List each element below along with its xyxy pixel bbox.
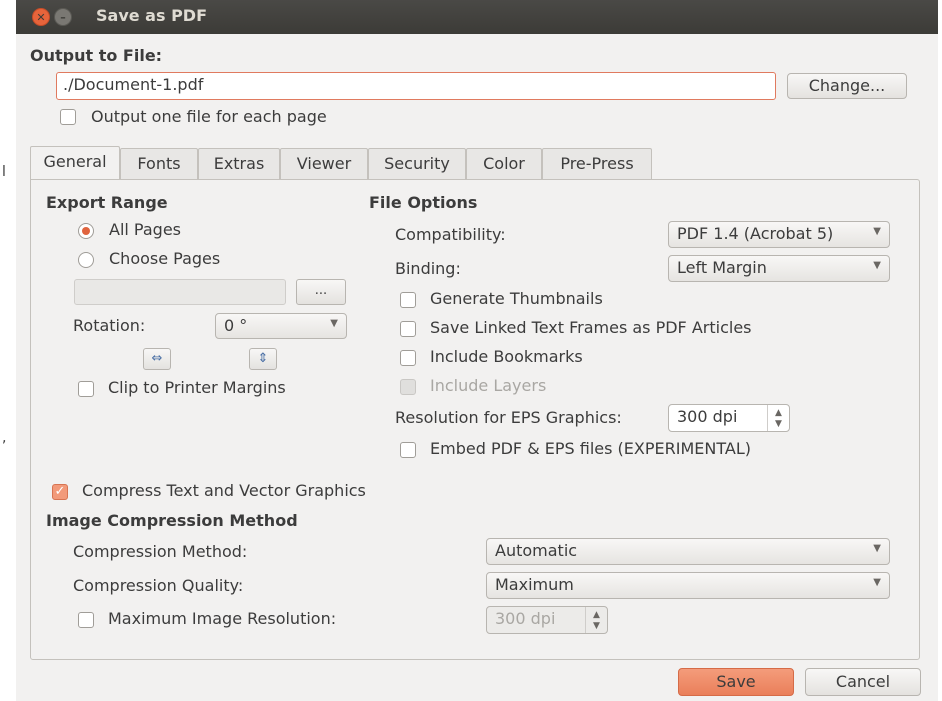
rotation-label: Rotation: bbox=[73, 316, 146, 335]
all-pages-label: All Pages bbox=[109, 220, 181, 239]
embed-pdf-eps-checkbox[interactable] bbox=[400, 442, 416, 458]
choose-pages-label: Choose Pages bbox=[109, 249, 221, 268]
chevron-down-icon: ▼ bbox=[873, 543, 881, 554]
compression-quality-select[interactable]: Maximum ▼ bbox=[486, 572, 890, 599]
compression-method-label: Compression Method: bbox=[73, 542, 248, 561]
include-layers-checkbox bbox=[400, 379, 416, 395]
clip-to-margins-label: Clip to Printer Margins bbox=[108, 378, 286, 397]
chevron-down-icon: ▼ bbox=[873, 577, 881, 588]
output-file-input[interactable]: ./Document-1.pdf bbox=[56, 72, 776, 100]
binding-select[interactable]: Left Margin ▼ bbox=[668, 255, 890, 282]
tab-viewer[interactable]: Viewer bbox=[280, 148, 368, 180]
tab-pre-press[interactable]: Pre-Press bbox=[542, 148, 652, 180]
save-as-pdf-dialog: ✕ – Save as PDF Output to File: ./Docume… bbox=[16, 0, 938, 701]
eps-resolution-spinbox[interactable]: 300 dpi ▲ ▼ bbox=[668, 404, 790, 432]
all-pages-radio[interactable] bbox=[78, 223, 94, 239]
pages-input[interactable] bbox=[74, 279, 286, 305]
max-image-resolution-value: 300 dpi bbox=[495, 609, 556, 628]
change-button[interactable]: Change... bbox=[787, 73, 907, 99]
compatibility-label: Compatibility: bbox=[395, 225, 506, 244]
max-image-resolution-checkbox[interactable] bbox=[78, 612, 94, 628]
compress-text-checkbox[interactable]: ✓ bbox=[52, 484, 68, 500]
include-layers-label: Include Layers bbox=[430, 376, 547, 395]
chevron-down-icon: ▼ bbox=[873, 260, 881, 271]
choose-pages-radio[interactable] bbox=[78, 252, 94, 268]
clip-to-margins-checkbox[interactable] bbox=[78, 381, 94, 397]
compression-quality-label: Compression Quality: bbox=[73, 576, 244, 595]
tab-security[interactable]: Security bbox=[368, 148, 466, 180]
include-bookmarks-label: Include Bookmarks bbox=[430, 347, 583, 366]
title-bar: ✕ – Save as PDF bbox=[16, 0, 938, 34]
generate-thumbnails-checkbox[interactable] bbox=[400, 292, 416, 308]
tab-fonts[interactable]: Fonts bbox=[120, 148, 198, 180]
generate-thumbnails-label: Generate Thumbnails bbox=[430, 289, 603, 308]
one-file-per-page-checkbox[interactable] bbox=[60, 109, 76, 125]
flip-horizontal-icon[interactable]: ⇔ bbox=[143, 348, 171, 370]
tab-general[interactable]: General bbox=[30, 146, 120, 180]
minimize-icon[interactable]: – bbox=[54, 8, 72, 26]
chevron-down-icon: ▼ bbox=[873, 226, 881, 237]
max-image-resolution-spinbox: 300 dpi ▲ ▼ bbox=[486, 606, 608, 634]
window-title: Save as PDF bbox=[96, 6, 207, 25]
rotation-select[interactable]: 0 ° ▼ bbox=[215, 313, 347, 339]
compatibility-select[interactable]: PDF 1.4 (Acrobat 5) ▼ bbox=[668, 221, 890, 248]
one-file-per-page-label: Output one file for each page bbox=[91, 107, 327, 126]
close-icon[interactable]: ✕ bbox=[32, 8, 50, 26]
save-linked-frames-label: Save Linked Text Frames as PDF Articles bbox=[430, 318, 752, 337]
cancel-button[interactable]: Cancel bbox=[805, 668, 921, 696]
include-bookmarks-checkbox[interactable] bbox=[400, 350, 416, 366]
stray-char-1: l bbox=[2, 164, 6, 180]
image-compression-title: Image Compression Method bbox=[46, 511, 298, 530]
save-linked-frames-checkbox[interactable] bbox=[400, 321, 416, 337]
eps-resolution-label: Resolution for EPS Graphics: bbox=[395, 408, 622, 427]
embed-pdf-eps-label: Embed PDF & EPS files (EXPERIMENTAL) bbox=[430, 439, 751, 458]
save-button[interactable]: Save bbox=[678, 668, 794, 696]
compress-text-label: Compress Text and Vector Graphics bbox=[82, 481, 366, 500]
tab-color[interactable]: Color bbox=[466, 148, 542, 180]
stray-char-2: , bbox=[2, 430, 7, 446]
output-to-file-label: Output to File: bbox=[30, 46, 163, 65]
compression-method-value: Automatic bbox=[495, 541, 578, 560]
background-left bbox=[0, 0, 16, 701]
file-options-title: File Options bbox=[369, 193, 478, 212]
browse-pages-button[interactable]: ... bbox=[296, 279, 346, 305]
export-range-title: Export Range bbox=[46, 193, 168, 212]
chevron-down-icon: ▼ bbox=[330, 318, 338, 329]
spin-arrows-icon: ▲ ▼ bbox=[585, 607, 607, 633]
rotation-value: 0 ° bbox=[224, 316, 248, 335]
tab-extras[interactable]: Extras bbox=[198, 148, 280, 180]
compatibility-value: PDF 1.4 (Acrobat 5) bbox=[677, 224, 834, 243]
compression-method-select[interactable]: Automatic ▼ bbox=[486, 538, 890, 565]
binding-value: Left Margin bbox=[677, 258, 767, 277]
spin-arrows-icon[interactable]: ▲ ▼ bbox=[767, 405, 789, 431]
max-image-resolution-label: Maximum Image Resolution: bbox=[108, 609, 337, 628]
binding-label: Binding: bbox=[395, 259, 461, 278]
eps-resolution-value: 300 dpi bbox=[677, 407, 738, 426]
flip-vertical-icon[interactable]: ⇕ bbox=[249, 348, 277, 370]
compression-quality-value: Maximum bbox=[495, 575, 574, 594]
